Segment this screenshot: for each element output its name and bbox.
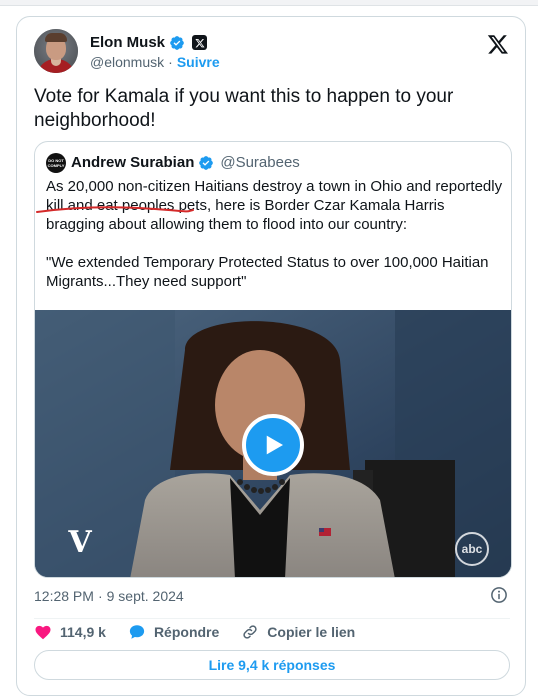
- info-icon[interactable]: [490, 586, 508, 604]
- tweet-actions: 114,9 k Répondre Copier le lien: [34, 623, 377, 641]
- tweet-text: Vote for Kamala if you want this to happ…: [34, 86, 454, 131]
- x-logo-icon[interactable]: [487, 33, 509, 55]
- play-button[interactable]: [242, 414, 304, 476]
- reply-bubble-icon: [129, 625, 145, 639]
- like-button[interactable]: 114,9 k: [34, 623, 106, 641]
- network-logo: abc: [455, 532, 489, 566]
- quoted-paragraph-2: "We extended Temporary Protected Status …: [46, 254, 489, 290]
- copy-link-label: Copier le lien: [267, 624, 356, 640]
- reply-button[interactable]: Répondre: [128, 623, 219, 641]
- tweet-time: 12:28 PM: [34, 588, 94, 604]
- page-top-divider: [0, 0, 538, 6]
- tweet-card: Elon Musk @elonmusk · Suivre Vote for Ka…: [16, 16, 526, 696]
- reply-label: Répondre: [153, 624, 220, 640]
- quoted-author-avatar[interactable]: DO NOT COMPLY: [46, 153, 66, 173]
- show-logo: V: [68, 525, 92, 560]
- link-icon: [243, 625, 257, 639]
- author-avatar[interactable]: [34, 29, 78, 73]
- quoted-author-row: Andrew Surabian @Surabees: [71, 154, 300, 171]
- author-handle[interactable]: @elonmusk: [90, 54, 164, 70]
- red-underline-annotation: [36, 206, 194, 213]
- play-icon: [266, 435, 283, 455]
- x-affiliate-icon: [192, 35, 208, 50]
- quoted-tweet-text: As 20,000 non-citizen Haitians destroy a…: [46, 177, 506, 291]
- copy-link-button[interactable]: Copier le lien: [241, 623, 355, 641]
- handle-separator: ·: [168, 54, 173, 70]
- author-name-row: Elon Musk: [90, 34, 208, 51]
- actions-divider: [34, 618, 510, 619]
- quoted-author-name[interactable]: Andrew Surabian: [71, 154, 194, 171]
- heart-icon: [35, 625, 51, 640]
- quoted-author-handle[interactable]: @Surabees: [220, 154, 299, 171]
- author-name[interactable]: Elon Musk: [90, 34, 165, 51]
- read-replies-button[interactable]: Lire 9,4 k réponses: [34, 650, 510, 680]
- quoted-verified-badge-icon: [199, 155, 214, 170]
- follow-button[interactable]: Suivre: [177, 54, 220, 70]
- timestamp-separator: ·: [97, 588, 103, 604]
- video-player[interactable]: V abc: [35, 310, 511, 577]
- tweet-timestamp[interactable]: 12:28 PM · 9 sept. 2024: [34, 588, 184, 604]
- like-count: 114,9 k: [60, 624, 106, 640]
- quoted-tweet[interactable]: DO NOT COMPLY Andrew Surabian @Surabees …: [34, 141, 512, 578]
- author-handle-row: @elonmusk · Suivre: [90, 54, 220, 70]
- tweet-date: 9 sept. 2024: [106, 588, 184, 604]
- verified-badge-icon: [170, 35, 184, 50]
